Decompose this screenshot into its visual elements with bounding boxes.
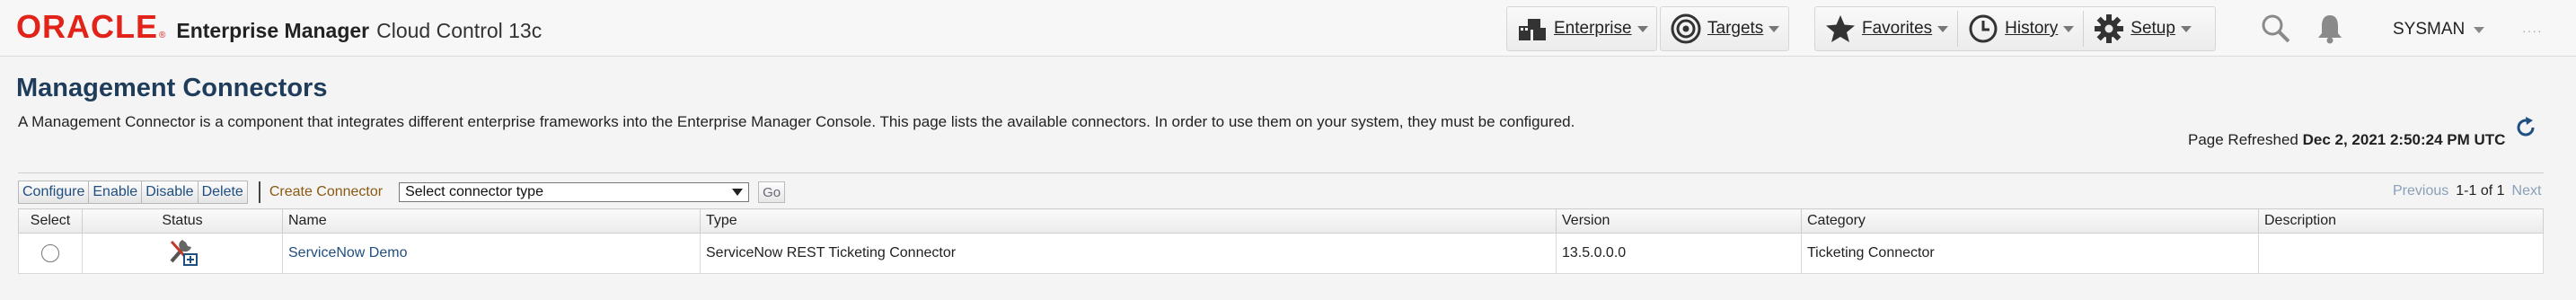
chevron-down-icon [1769, 25, 1780, 32]
enterprise-menu[interactable]: Enterprise [1507, 7, 1657, 50]
user-name: SYSMAN [2393, 20, 2466, 39]
connector-type-select[interactable]: Select connector type [399, 182, 750, 202]
column-header-description: Description [2258, 208, 2544, 234]
favorites-menu[interactable]: Favorites [1815, 7, 1957, 50]
oracle-logo[interactable]: ORACLE [16, 11, 158, 43]
bell-icon[interactable] [2314, 13, 2346, 45]
nav-group-enterprise-targets: Enterprise [1506, 6, 1657, 51]
configure-tool-icon[interactable] [166, 239, 198, 270]
chevron-down-icon [2180, 25, 2192, 32]
more-options-icon[interactable]: ···· [2522, 23, 2543, 38]
top-header: ORACLE ® Enterprise Manager Cloud Control… [0, 0, 2576, 57]
history-menu[interactable]: History [1958, 7, 2083, 50]
enable-button[interactable]: Enable [89, 181, 143, 204]
page-refreshed-status: Page Refreshed Dec 2, 2021 2:50:24 PM UT… [2188, 131, 2505, 149]
targets-label: Targets [1707, 19, 1764, 38]
next-link[interactable]: Next [2512, 183, 2542, 199]
name-cell: ServiceNow Demo [282, 233, 701, 274]
star-icon [1824, 13, 1857, 45]
chevron-down-icon [1937, 25, 1949, 32]
page-range: 1-1 of 1 [2456, 183, 2505, 199]
status-cell [82, 233, 283, 274]
chevron-down-icon [2063, 25, 2075, 32]
type-cell: ServiceNow REST Ticketing Connector [700, 233, 1557, 274]
page-title: Management Connectors [16, 74, 328, 102]
previous-link[interactable]: Previous [2393, 183, 2448, 199]
setup-label: Setup [2130, 19, 2175, 38]
connector-type-value: Select connector type [405, 184, 543, 199]
chevron-down-icon [1636, 25, 1648, 32]
connector-name-link[interactable]: ServiceNow Demo [288, 245, 407, 260]
gear-icon [2093, 13, 2125, 45]
category-cell: Ticketing Connector [1801, 233, 2259, 274]
history-label: History [2005, 19, 2059, 38]
brand: ORACLE ® Enterprise Manager Cloud Control… [16, 11, 542, 43]
nav-group-favorites-history-setup: Favorites History Setup [1814, 6, 2216, 51]
enterprise-label: Enterprise [1554, 19, 1632, 38]
nav-group-targets: Targets [1660, 6, 1789, 51]
chevron-down-icon [732, 189, 744, 196]
go-button[interactable]: Go [758, 181, 786, 203]
user-menu[interactable]: SYSMAN [2393, 20, 2485, 40]
connector-toolbar: Configure Enable Disable Delete Create C… [18, 180, 786, 205]
description-cell [2258, 233, 2544, 274]
delete-button[interactable]: Delete [198, 181, 248, 204]
product-name: Enterprise Manager [176, 19, 370, 42]
toolbar-separator [258, 181, 260, 203]
product-subtitle: Cloud Control 13c [376, 19, 543, 42]
clock-icon [1967, 13, 1999, 45]
setup-menu[interactable]: Setup [2084, 7, 2201, 50]
registered-mark: ® [159, 31, 166, 40]
target-icon [1670, 13, 1702, 45]
configure-button[interactable]: Configure [18, 181, 90, 204]
connectors-table: Select Status Name Type Version Category… [18, 208, 2544, 274]
refresh-time: Dec 2, 2021 2:50:24 PM UTC [2302, 131, 2506, 148]
targets-menu[interactable]: Targets [1661, 7, 1788, 50]
pagination: Previous 1-1 of 1 Next [2393, 183, 2541, 199]
row-select-radio[interactable] [41, 244, 59, 262]
refresh-icon[interactable] [2515, 117, 2536, 138]
disable-button[interactable]: Disable [142, 181, 198, 204]
column-header-status: Status [82, 208, 283, 234]
table-row: ServiceNow Demo ServiceNow REST Ticketin… [18, 233, 2544, 274]
column-header-version[interactable]: Version [1556, 208, 1802, 234]
favorites-label: Favorites [1862, 19, 1933, 38]
divider [18, 172, 2544, 173]
enterprise-icon [1516, 13, 1548, 45]
chevron-down-icon [2474, 26, 2485, 33]
search-icon[interactable] [2260, 13, 2292, 45]
column-header-category[interactable]: Category [1801, 208, 2259, 234]
select-cell [18, 233, 83, 274]
column-header-select: Select [18, 208, 83, 234]
column-header-type[interactable]: Type [700, 208, 1557, 234]
version-cell: 13.5.0.0.0 [1556, 233, 1802, 274]
table-header-row: Select Status Name Type Version Category… [18, 208, 2544, 234]
column-header-name[interactable]: Name [282, 208, 701, 234]
refresh-label: Page Refreshed [2188, 131, 2298, 148]
page-description: A Management Connector is a component th… [18, 113, 1575, 130]
create-connector-link[interactable]: Create Connector [269, 184, 383, 200]
